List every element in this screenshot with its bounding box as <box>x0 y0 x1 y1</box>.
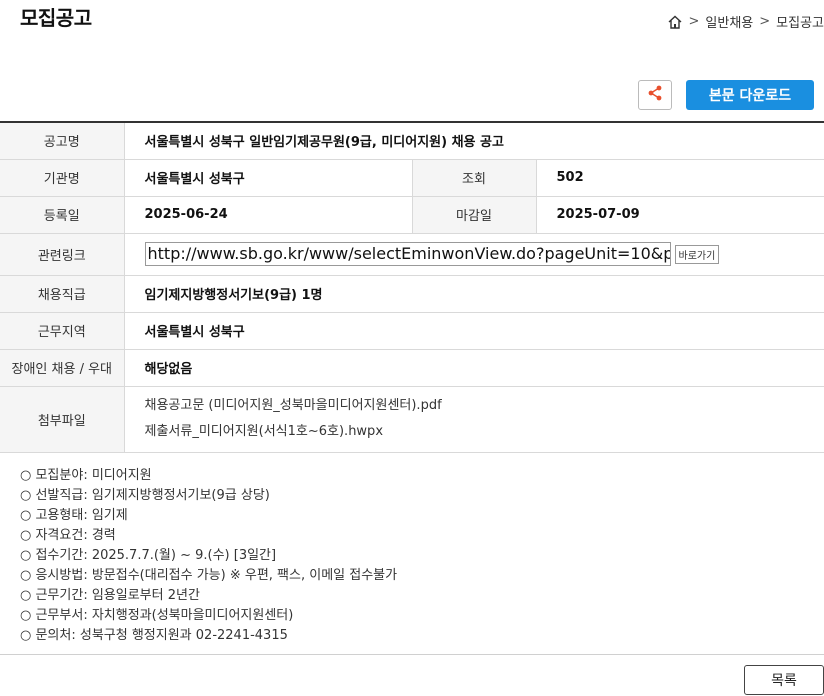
detail-line: ○ 고용형태: 임기제 <box>20 508 128 523</box>
position-label: 채용직급 <box>0 274 125 313</box>
breadcrumb-item-notice[interactable]: 모집공고 <box>776 12 824 31</box>
download-button[interactable]: 본문 다운로드 <box>686 80 814 110</box>
table-row: 기관명 서울특별시 성북구 조회 502 <box>0 158 824 197</box>
work-area-value: 서울특별시 성북구 <box>124 311 824 350</box>
detail-line: ○ 선발직급: 임기제지방행정서기보(9급 상당) <box>20 488 270 503</box>
agency-value: 서울특별시 성북구 <box>124 158 412 197</box>
share-button[interactable] <box>638 80 672 110</box>
breadcrumb-separator: > <box>688 14 700 29</box>
disabled-label: 장애인 채용 / 우대 <box>0 348 125 387</box>
breadcrumb-item-general-recruit[interactable]: 일반채용 <box>705 12 753 31</box>
link-cell: http://www.sb.go.kr/www/selectEminwonVie… <box>124 232 824 276</box>
notice-info-table: 공고명 서울특별시 성북구 일반임기제공무원(9급, 미디어지원) 채용 공고 … <box>0 121 824 453</box>
table-row: 장애인 채용 / 우대 해당없음 <box>0 348 824 387</box>
views-label: 조회 <box>411 158 537 197</box>
deadline-value: 2025-07-09 <box>536 195 824 234</box>
page-title: 모집공고 <box>20 6 92 30</box>
detail-line: ○ 근무기간: 임용일로부터 2년간 <box>20 588 200 603</box>
detail-line: ○ 자격요건: 경력 <box>20 528 116 543</box>
attachment-list: 채용공고문 (미디어지원_성북마을미디어지원센터).pdf 제출서류_미디어지원… <box>124 385 824 453</box>
attachment-label: 첨부파일 <box>0 385 125 453</box>
notice-label: 공고명 <box>0 121 125 160</box>
detail-line: ○ 응시방법: 방문접수(대리접수 가능) ※ 우편, 팩스, 이메일 접수불가 <box>20 568 398 583</box>
reg-date-value: 2025-06-24 <box>124 195 412 234</box>
reg-date-label: 등록일 <box>0 195 125 234</box>
agency-label: 기관명 <box>0 158 125 197</box>
table-row: 관련링크 http://www.sb.go.kr/www/selectEminw… <box>0 232 824 276</box>
home-icon[interactable] <box>667 14 683 30</box>
position-value: 임기제지방행정서기보(9급) 1명 <box>124 274 824 313</box>
notice-title: 서울특별시 성북구 일반임기제공무원(9급, 미디어지원) 채용 공고 <box>124 121 824 160</box>
related-link-field[interactable]: http://www.sb.go.kr/www/selectEminwonVie… <box>144 242 671 266</box>
detail-line: ○ 모집분야: 미디어지원 <box>20 468 152 483</box>
detail-line: ○ 근무부서: 자치행정과(성북마을미디어지원센터) <box>20 608 294 623</box>
views-value: 502 <box>536 158 824 197</box>
table-row: 공고명 서울특별시 성북구 일반임기제공무원(9급, 미디어지원) 채용 공고 <box>0 121 824 160</box>
list-button[interactable]: 목록 <box>744 665 824 695</box>
attachment-link[interactable]: 제출서류_미디어지원(서식1호~6호).hwpx <box>145 419 805 445</box>
work-area-label: 근무지역 <box>0 311 125 350</box>
disabled-value: 해당없음 <box>124 348 824 387</box>
notice-details: ○ 모집분야: 미디어지원 ○ 선발직급: 임기제지방행정서기보(9급 상당) … <box>20 466 397 646</box>
detail-line: ○ 접수기간: 2025.7.7.(월) ~ 9.(수) [3일간] <box>20 548 277 563</box>
table-row: 채용직급 임기제지방행정서기보(9급) 1명 <box>0 274 824 313</box>
table-row: 등록일 2025-06-24 마감일 2025-07-09 <box>0 195 824 234</box>
table-row: 첨부파일 채용공고문 (미디어지원_성북마을미디어지원센터).pdf 제출서류_… <box>0 385 824 453</box>
go-link-button[interactable]: 바로가기 <box>674 244 720 264</box>
divider <box>0 654 824 655</box>
detail-line: ○ 문의처: 성북구청 행정지원과 02-2241-4315 <box>20 628 288 643</box>
breadcrumb-separator: > <box>759 14 771 29</box>
deadline-label: 마감일 <box>411 195 537 234</box>
breadcrumb: > 일반채용 > 모집공고 <box>667 12 824 31</box>
table-row: 근무지역 서울특별시 성북구 <box>0 311 824 350</box>
share-icon <box>646 84 664 106</box>
attachment-link[interactable]: 채용공고문 (미디어지원_성북마을미디어지원센터).pdf <box>145 393 805 419</box>
link-label: 관련링크 <box>0 232 125 276</box>
